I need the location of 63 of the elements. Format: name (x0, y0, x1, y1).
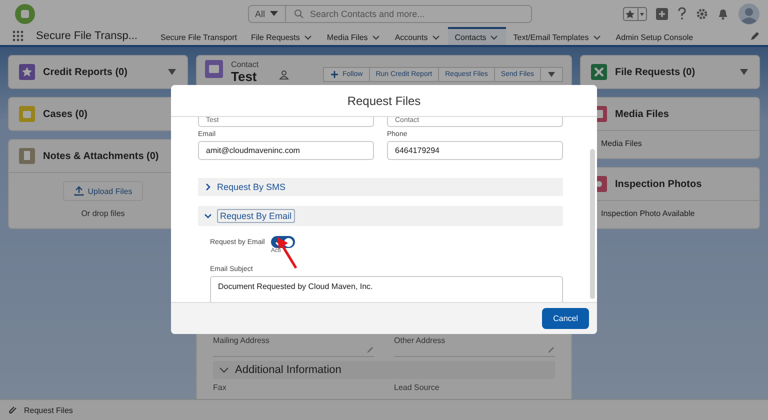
card-title: Media Files (615, 108, 669, 120)
chevron-right-icon (204, 183, 212, 191)
field-label: Other Address (394, 336, 446, 345)
modal-title: Request Files (171, 85, 597, 117)
document-icon (19, 148, 35, 164)
app-name: Secure File Transp... (36, 30, 138, 42)
notifications-bell-icon[interactable] (717, 8, 729, 20)
search-icon (294, 8, 304, 18)
nav-tab[interactable]: File Requests (244, 27, 320, 45)
object-label: Contact (231, 60, 259, 69)
nav-tab[interactable]: Contacts (448, 27, 506, 45)
nav-tab[interactable]: Secure File Transport (154, 27, 244, 45)
chevron-down-icon (204, 212, 212, 220)
field-label: Lead Source (394, 383, 440, 392)
cancel-button[interactable]: Cancel (542, 308, 589, 329)
card-title: Credit Reports (0) (43, 66, 128, 78)
search-field[interactable]: Search Contacts and more... (286, 4, 532, 22)
nav-tab[interactable]: Admin Setup Console (608, 27, 700, 45)
contact-card-icon (205, 60, 223, 78)
user-avatar-icon[interactable] (738, 2, 760, 24)
drop-hint: Or drop files (81, 209, 125, 218)
logo-icon (14, 2, 36, 24)
spreadsheet-icon (591, 64, 607, 80)
card-text: Inspection Photo Available (601, 209, 696, 218)
section-header[interactable]: Additional Information (213, 361, 555, 379)
input-field[interactable]: 6464179294 (387, 141, 563, 160)
plus-icon (330, 70, 340, 79)
section-header[interactable]: Request By Email (198, 206, 563, 226)
card-title: Cases (0) (43, 108, 88, 120)
edit-pencil-icon[interactable] (366, 346, 374, 354)
card-text: Media Files (601, 139, 643, 148)
nav-tab[interactable]: Accounts (388, 27, 448, 45)
nav-tab[interactable]: Text/Email Templates (506, 27, 609, 45)
search-input[interactable]: Search Contacts and more... (310, 8, 523, 18)
help-icon[interactable] (677, 7, 687, 20)
field-label: Mailing Address (213, 336, 270, 345)
more-actions-button[interactable] (540, 67, 563, 82)
dropdown-caret-icon[interactable] (739, 68, 749, 76)
settings-icon[interactable] (696, 8, 708, 20)
edit-pencil-icon[interactable] (750, 31, 760, 41)
nav-tab[interactable]: Media Files (320, 27, 388, 45)
field-label: Fax (213, 383, 226, 392)
caret-icon (547, 71, 556, 78)
record-name: Test (231, 69, 258, 84)
chevron-down-icon (219, 366, 229, 374)
section-header[interactable]: Request By SMS (198, 178, 563, 196)
card-title: Inspection Photos (615, 178, 702, 190)
upload-icon (74, 186, 84, 196)
app-launcher-icon[interactable] (12, 30, 24, 42)
scrollbar[interactable] (590, 149, 595, 299)
input-field[interactable]: amit@cloudmaveninc.com (198, 141, 374, 160)
card-title: Notes & Attachments (0) (43, 150, 159, 162)
paperclip-icon (8, 405, 18, 415)
caret-icon (269, 9, 280, 18)
upload-files-button[interactable]: Upload Files (62, 181, 144, 201)
search-scope-dropdown[interactable]: All (248, 4, 286, 22)
dropdown-caret-icon[interactable] (167, 68, 177, 76)
utility-bar-item[interactable]: Request Files (8, 405, 73, 415)
people-icon (278, 70, 289, 80)
card-title: File Requests (0) (615, 66, 696, 78)
edit-pencil-icon[interactable] (547, 346, 555, 354)
add-icon[interactable] (656, 8, 668, 20)
folder-icon (19, 106, 35, 122)
